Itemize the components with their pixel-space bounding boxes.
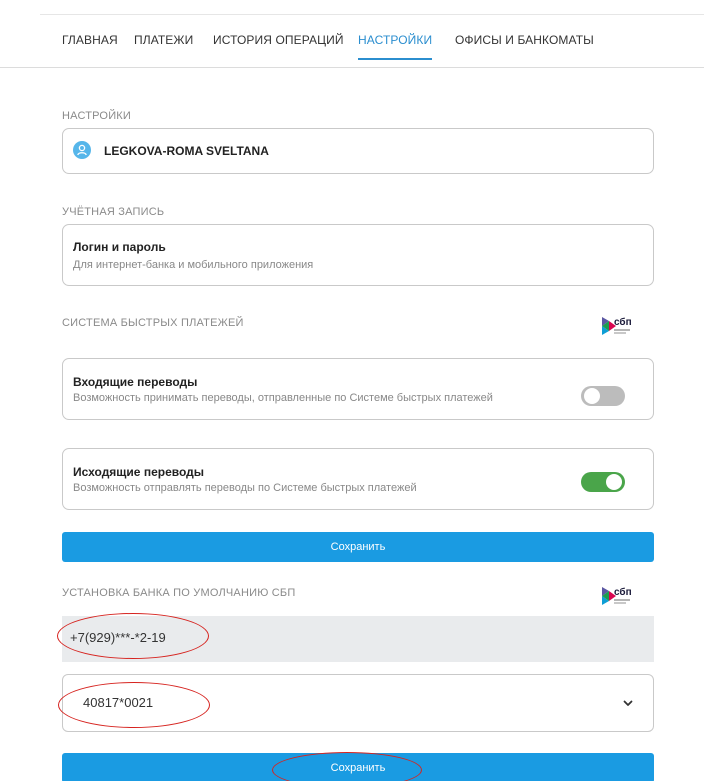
settings-section-label: НАСТРОЙКИ xyxy=(62,110,132,122)
account-select[interactable]: 40817*0021 xyxy=(62,674,654,732)
login-password-subtitle: Для интернет-банка и мобильного приложен… xyxy=(73,259,314,271)
default-bank-save-button[interactable]: Сохранить xyxy=(62,753,654,781)
sbp-save-button[interactable]: Сохранить xyxy=(62,532,654,562)
sbp-logo: сбп xyxy=(602,587,662,607)
outgoing-transfers-subtitle: Возможность отправлять переводы по Систе… xyxy=(73,482,417,494)
user-name: LEGKOVA-ROMA SVELTANA xyxy=(104,144,269,158)
toggle-knob xyxy=(584,388,600,404)
outgoing-transfers-toggle[interactable] xyxy=(581,472,625,492)
phone-value: +7(929)***-*2-19 xyxy=(70,630,166,645)
nav-item-settings[interactable]: НАСТРОЙКИ xyxy=(358,33,432,47)
login-password-card[interactable]: Логин и пароль Для интернет-банка и моби… xyxy=(62,224,654,286)
incoming-transfers-card: Входящие переводы Возможность принимать … xyxy=(62,358,654,420)
sbp-section-label: СИСТЕМА БЫСТРЫХ ПЛАТЕЖЕЙ xyxy=(62,317,244,329)
sbp-logo-text: сбп xyxy=(614,317,632,328)
incoming-transfers-subtitle: Возможность принимать переводы, отправле… xyxy=(73,392,493,404)
top-divider xyxy=(40,14,704,15)
incoming-transfers-toggle[interactable] xyxy=(581,386,625,406)
user-avatar xyxy=(73,141,91,159)
phone-field: +7(929)***-*2-19 xyxy=(62,616,654,662)
incoming-transfers-title: Входящие переводы xyxy=(73,375,198,389)
outgoing-transfers-title: Исходящие переводы xyxy=(73,465,204,479)
nav-item-home[interactable]: ГЛАВНАЯ xyxy=(62,33,118,47)
nav-item-offices[interactable]: ОФИСЫ И БАНКОМАТЫ xyxy=(455,33,594,47)
account-select-value: 40817*0021 xyxy=(83,695,154,710)
nav-item-payments[interactable]: ПЛАТЕЖИ xyxy=(134,33,193,47)
sbp-logo-subline xyxy=(614,329,630,331)
default-bank-section-label: УСТАНОВКА БАНКА ПО УМОЛЧАНИЮ СБП xyxy=(62,587,296,599)
sbp-logo-text: сбп xyxy=(614,587,632,598)
nav-item-history[interactable]: ИСТОРИЯ ОПЕРАЦИЙ xyxy=(213,33,344,47)
sbp-logo-subline-2 xyxy=(614,332,626,334)
sbp-logo-subline-2 xyxy=(614,602,626,604)
user-card[interactable]: LEGKOVA-ROMA SVELTANA xyxy=(62,128,654,174)
toggle-knob xyxy=(606,474,622,490)
nav-active-indicator xyxy=(358,58,432,60)
login-password-title: Логин и пароль xyxy=(73,240,166,254)
user-icon xyxy=(77,144,87,156)
main-nav: ГЛАВНАЯ ПЛАТЕЖИ ИСТОРИЯ ОПЕРАЦИЙ НАСТРОЙ… xyxy=(0,28,704,68)
outgoing-transfers-card: Исходящие переводы Возможность отправлят… xyxy=(62,448,654,510)
account-section-label: УЧЁТНАЯ ЗАПИСЬ xyxy=(62,206,165,218)
sbp-logo: сбп xyxy=(602,317,662,337)
chevron-down-icon xyxy=(623,700,633,706)
sbp-logo-subline xyxy=(614,599,630,601)
